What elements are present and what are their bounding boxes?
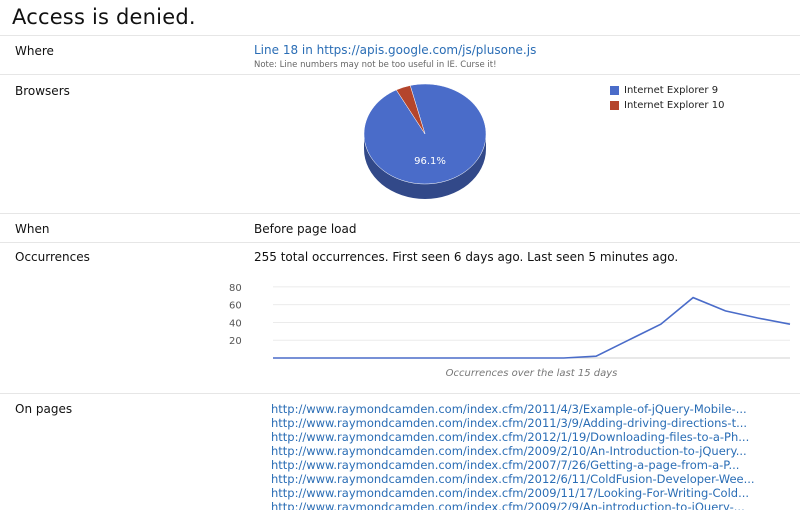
occurrences-summary: 255 total occurrences. First seen 6 days… xyxy=(254,250,679,264)
occurrences-label: Occurrences xyxy=(15,250,90,264)
occurrences-line-chart: 20 40 60 80 Occurrences over the last 15 day… xyxy=(229,283,791,379)
y-tick-label: 80 xyxy=(229,283,242,294)
legend-label-ie10: Internet Explorer 10 xyxy=(624,100,725,111)
pie-slice-label: 96.1% xyxy=(414,156,446,167)
divider xyxy=(0,242,800,243)
when-label: When xyxy=(15,222,50,236)
y-tick-label: 60 xyxy=(229,301,242,312)
browser-pie-chart: 96.1% xyxy=(363,84,487,199)
divider xyxy=(0,35,800,36)
page-link[interactable]: http://www.raymondcamden.com/index.cfm/2… xyxy=(271,500,759,510)
page-link[interactable]: http://www.raymondcamden.com/index.cfm/2… xyxy=(271,416,759,430)
y-tick-label: 20 xyxy=(229,336,242,347)
when-value: Before page load xyxy=(254,222,357,236)
page-title: Access is denied. xyxy=(12,5,196,29)
divider xyxy=(0,393,800,394)
page-link[interactable]: http://www.raymondcamden.com/index.cfm/2… xyxy=(271,472,759,486)
page-link[interactable]: http://www.raymondcamden.com/index.cfm/2… xyxy=(271,444,759,458)
occurrences-series-line xyxy=(273,296,791,359)
page-link[interactable]: http://www.raymondcamden.com/index.cfm/2… xyxy=(271,430,759,444)
legend-item: Internet Explorer 9 xyxy=(610,83,724,98)
legend-swatch-ie9 xyxy=(610,86,619,95)
where-label: Where xyxy=(15,44,54,58)
browser-legend: Internet Explorer 9 Internet Explorer 10 xyxy=(610,83,724,113)
pages-list: http://www.raymondcamden.com/index.cfm/2… xyxy=(271,402,771,510)
page-link[interactable]: http://www.raymondcamden.com/index.cfm/2… xyxy=(271,402,759,416)
pages-label: On pages xyxy=(15,402,73,416)
chart-caption: Occurrences over the last 15 days xyxy=(446,368,618,379)
divider xyxy=(0,213,800,214)
page-link[interactable]: http://www.raymondcamden.com/index.cfm/2… xyxy=(271,486,759,500)
legend-label-ie9: Internet Explorer 9 xyxy=(624,85,719,96)
legend-swatch-ie10 xyxy=(610,101,619,110)
legend-item: Internet Explorer 10 xyxy=(610,98,724,113)
browsers-label: Browsers xyxy=(15,84,70,98)
y-tick-label: 40 xyxy=(229,318,242,329)
where-note: Note: Line numbers may not be too useful… xyxy=(254,60,497,70)
where-link[interactable]: Line 18 in https://apis.google.com/js/pl… xyxy=(254,43,536,57)
page-link[interactable]: http://www.raymondcamden.com/index.cfm/2… xyxy=(271,458,759,472)
divider xyxy=(0,74,800,75)
